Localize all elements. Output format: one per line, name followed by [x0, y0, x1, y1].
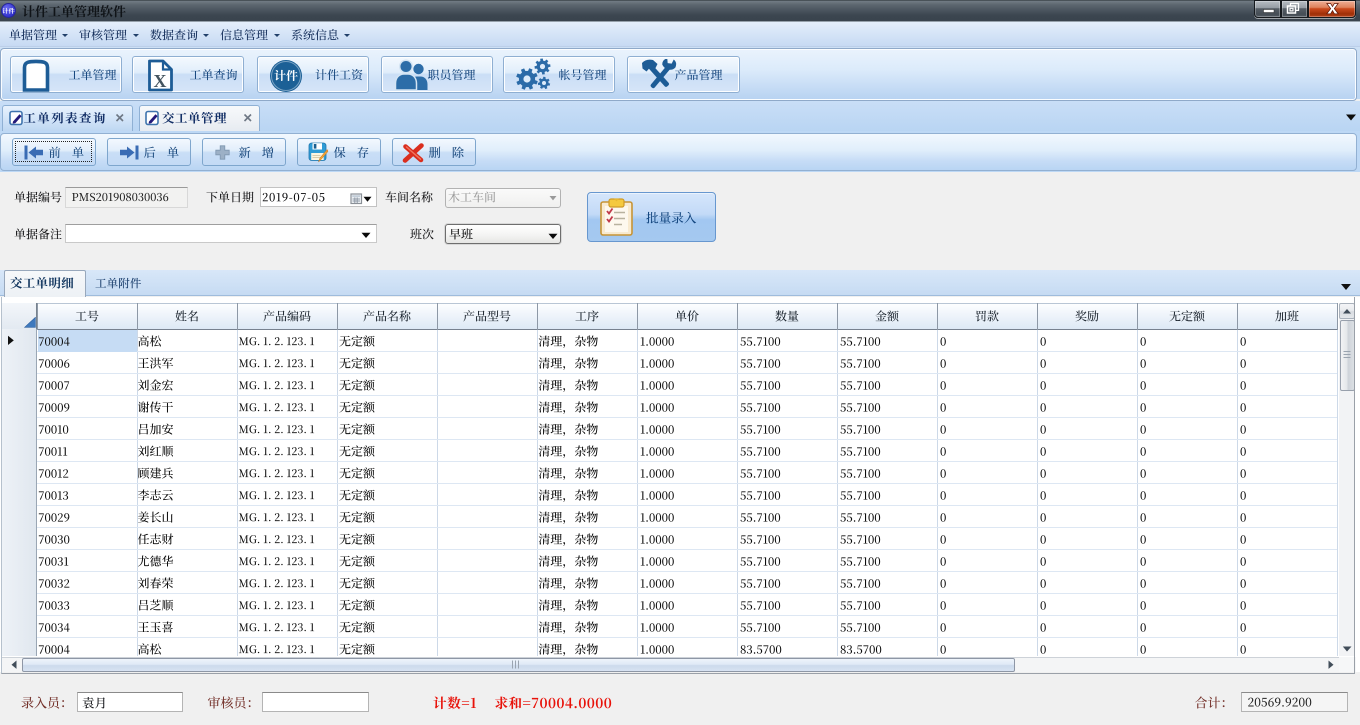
svg-text:X: X: [154, 71, 167, 91]
